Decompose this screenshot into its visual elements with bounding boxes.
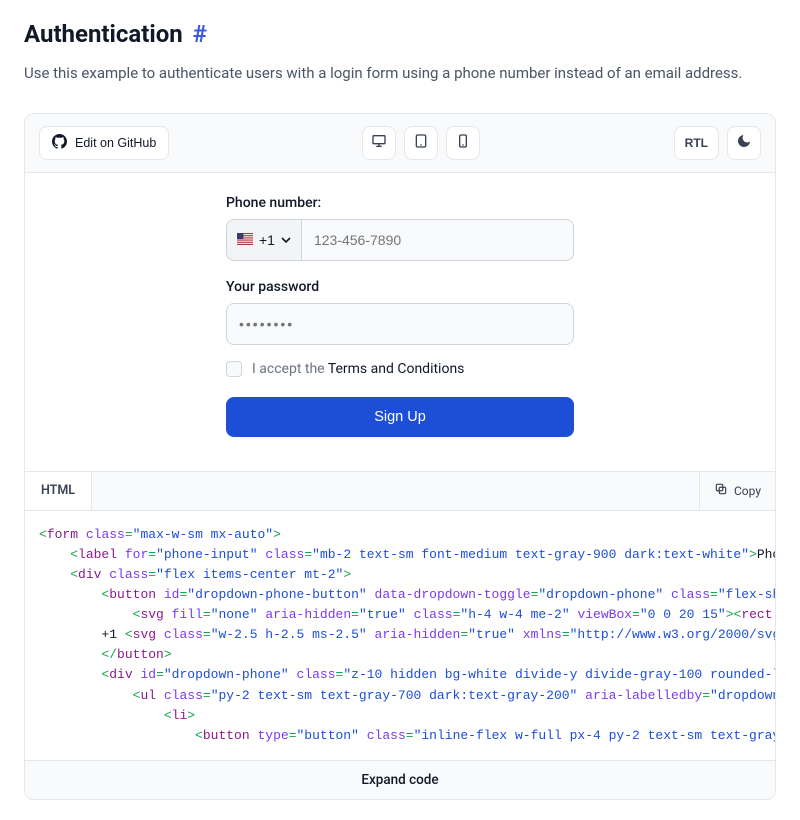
section-title: Authentication: [24, 20, 183, 48]
clipboard-icon: [714, 482, 728, 499]
code-block: <form class="max-w-sm mx-auto"> <label f…: [25, 511, 775, 761]
auth-form: Phone number: +1 Your password: [226, 195, 574, 437]
terms-label: I accept the Terms and Conditions: [252, 361, 464, 377]
tab-html[interactable]: HTML: [25, 472, 92, 510]
code-tabs: HTML Copy: [25, 471, 775, 511]
copy-label: Copy: [734, 484, 761, 498]
country-code-value: +1: [259, 232, 275, 248]
country-code-dropdown[interactable]: +1: [226, 219, 301, 261]
card-toolbar: Edit on GitHub RTL: [25, 114, 775, 173]
rtl-toggle-button[interactable]: RTL: [674, 126, 719, 160]
sign-up-button[interactable]: Sign Up: [226, 397, 574, 437]
phone-input[interactable]: [301, 219, 574, 261]
chevron-down-icon: [281, 232, 291, 248]
password-input[interactable]: [226, 303, 574, 345]
desktop-view-button[interactable]: [362, 126, 396, 160]
us-flag-icon: [237, 232, 253, 248]
mobile-view-button[interactable]: [446, 126, 480, 160]
anchor-link-icon[interactable]: #: [193, 20, 207, 48]
moon-icon: [736, 133, 752, 152]
section-subtitle: Use this example to authenticate users w…: [24, 62, 776, 85]
terms-link[interactable]: Terms and Conditions: [328, 361, 465, 377]
phone-label: Phone number:: [226, 195, 574, 211]
terms-prefix: I accept the: [252, 361, 328, 377]
password-label: Your password: [226, 279, 574, 295]
terms-checkbox[interactable]: [226, 361, 242, 377]
dark-mode-toggle-button[interactable]: [727, 126, 761, 160]
desktop-icon: [371, 133, 387, 152]
github-icon: [52, 134, 67, 152]
mobile-icon: [455, 133, 471, 152]
example-card: Edit on GitHub RTL: [24, 113, 776, 801]
tablet-icon: [413, 133, 429, 152]
tablet-view-button[interactable]: [404, 126, 438, 160]
preview-area: Phone number: +1 Your password: [25, 173, 775, 471]
edit-on-github-label: Edit on GitHub: [75, 136, 156, 150]
copy-code-button[interactable]: Copy: [699, 472, 775, 510]
expand-code-button[interactable]: Expand code: [25, 760, 775, 799]
edit-on-github-button[interactable]: Edit on GitHub: [39, 126, 169, 160]
